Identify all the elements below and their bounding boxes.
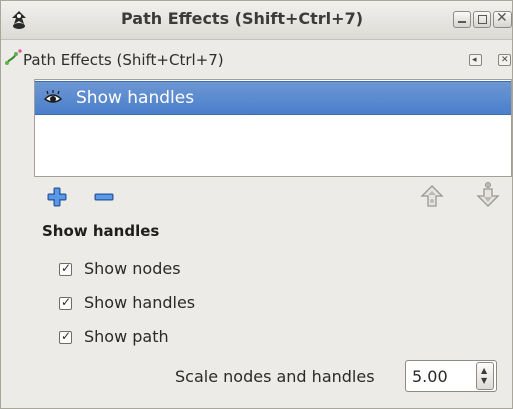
checkbox-box[interactable]: ✓ — [59, 295, 72, 310]
eye-icon[interactable] — [44, 90, 62, 106]
iconify-icon: ◂ — [472, 55, 477, 65]
maximize-button[interactable] — [473, 11, 491, 28]
dock-close-button[interactable]: ✕ — [498, 54, 511, 66]
inkscape-icon — [12, 11, 26, 29]
checkbox-label[interactable]: Show nodes — [84, 259, 181, 278]
spin-up-icon[interactable]: ▲ — [481, 367, 487, 375]
spin-down-icon[interactable]: ▼ — [481, 377, 487, 385]
close-icon: ✕ — [496, 10, 508, 26]
dock-header: Path Effects (Shift+Ctrl+7) ◂ ✕ — [1, 40, 512, 74]
window-title: Path Effects (Shift+Ctrl+7) — [121, 9, 364, 28]
checkbox-box[interactable]: ✓ — [59, 261, 72, 276]
close-button[interactable]: ✕ — [493, 10, 512, 28]
checkbox-label[interactable]: Show handles — [84, 293, 195, 312]
checkbox-box[interactable]: ✓ — [59, 329, 72, 344]
arrow-up-icon[interactable] — [419, 183, 445, 209]
minimize-button[interactable] — [453, 11, 471, 28]
effect-list[interactable]: Show handles — [34, 79, 512, 177]
checkmark-icon: ✓ — [61, 295, 72, 309]
dock-title: Path Effects (Shift+Ctrl+7) — [23, 51, 224, 69]
plus-icon[interactable] — [46, 186, 68, 208]
checkmark-icon: ✓ — [61, 329, 72, 343]
close-dock-icon: ✕ — [501, 55, 509, 65]
arrow-down-icon[interactable] — [475, 181, 501, 209]
scale-spinbutton[interactable]: 5.00 ▲ ▼ — [405, 360, 497, 392]
maximize-icon — [478, 15, 487, 24]
effect-item-show-handles[interactable]: Show handles — [35, 81, 511, 115]
dock-iconify-button[interactable]: ◂ — [469, 54, 482, 66]
minimize-icon — [458, 21, 466, 23]
path-effects-window: Path Effects (Shift+Ctrl+7) ✕ Path Effec… — [0, 0, 513, 409]
path-effects-icon — [5, 49, 22, 65]
title-bar[interactable]: Path Effects (Shift+Ctrl+7) ✕ — [1, 1, 512, 40]
checkmark-icon: ✓ — [61, 261, 72, 275]
scale-label: Scale nodes and handles — [175, 367, 375, 386]
effect-settings-title: Show handles — [42, 222, 160, 240]
minus-icon[interactable] — [93, 186, 115, 208]
effect-label: Show handles — [76, 88, 195, 108]
scale-value[interactable]: 5.00 — [412, 367, 448, 386]
checkbox-label[interactable]: Show path — [84, 327, 169, 346]
spin-arrows[interactable]: ▲ ▼ — [476, 362, 494, 390]
